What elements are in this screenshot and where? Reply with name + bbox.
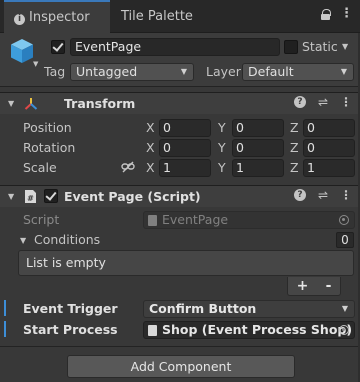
object-name-field[interactable]: EventPage xyxy=(70,38,280,56)
info-icon: i xyxy=(14,14,25,25)
scale-y-field[interactable]: 1 xyxy=(232,159,284,177)
script-field: EventPage xyxy=(143,211,355,229)
scale-z-axis-label: Z xyxy=(290,160,299,175)
tab-inspector[interactable]: i Inspector xyxy=(4,0,110,33)
rotation-x-axis-label: X xyxy=(146,140,155,155)
rotation-z-field[interactable]: 0 xyxy=(303,139,355,157)
conditions-list: List is empty xyxy=(18,250,354,276)
conditions-foldout-icon[interactable]: ▼ xyxy=(20,236,26,245)
transform-axes-icon xyxy=(24,98,38,110)
rotation-x-field[interactable]: 0 xyxy=(159,139,211,157)
context-menu-icon[interactable]: ⋮ xyxy=(340,189,352,201)
tab-tile-palette-label: Tile Palette xyxy=(121,9,193,24)
rotation-label: Rotation xyxy=(23,140,76,155)
event-page-header-icons: ? ⇌ ⋮ xyxy=(293,189,352,201)
gameobject-cube-icon[interactable] xyxy=(10,38,34,64)
transform-header-icons: ? ⇌ ⋮ xyxy=(293,96,352,108)
event-page-title: Event Page (Script) xyxy=(64,189,201,204)
help-icon[interactable]: ? xyxy=(293,96,306,108)
static-label: Static xyxy=(302,39,338,54)
chevron-down-icon: ▼ xyxy=(341,304,348,313)
start-process-value: Shop (Event Process Shop) xyxy=(162,322,353,337)
rotation-y-field[interactable]: 0 xyxy=(232,139,284,157)
tab-tile-palette[interactable]: Tile Palette xyxy=(121,0,193,33)
more-options-icon[interactable]: ⋮ xyxy=(340,7,353,20)
scale-x-axis-label: X xyxy=(146,160,155,175)
event-trigger-value: Confirm Button xyxy=(149,301,257,316)
svg-text:#: # xyxy=(27,194,34,203)
scale-z-field[interactable]: 1 xyxy=(303,159,355,177)
tag-label: Tag xyxy=(44,64,66,79)
static-dropdown-icon[interactable]: ▼ xyxy=(342,42,348,51)
event-trigger-dropdown[interactable]: Confirm Button ▼ xyxy=(143,300,355,318)
process-asset-icon xyxy=(148,325,157,336)
rotation-z-axis-label: Z xyxy=(290,140,299,155)
event-page-header[interactable]: ▼ # Event Page (Script) ? ⇌ ⋮ xyxy=(0,185,360,207)
script-enabled-checkbox[interactable] xyxy=(44,189,58,203)
layer-value: Default xyxy=(248,64,294,79)
position-label: Position xyxy=(23,120,72,135)
scale-x-field[interactable]: 1 xyxy=(159,159,211,177)
tab-tools: ⋮ xyxy=(321,7,353,20)
script-file-icon: # xyxy=(25,190,36,203)
layer-dropdown[interactable]: Default ▼ xyxy=(242,63,354,81)
lock-icon[interactable] xyxy=(321,9,331,20)
scale-y-axis-label: Y xyxy=(218,160,226,175)
divider xyxy=(0,346,360,347)
scale-label: Scale xyxy=(23,160,57,175)
help-icon[interactable]: ? xyxy=(293,189,306,201)
conditions-count-field[interactable]: 0 xyxy=(336,232,354,248)
script-label: Script xyxy=(23,212,60,227)
start-process-label: Start Process xyxy=(23,322,118,337)
icon-dropdown-arrow-icon[interactable]: ▼ xyxy=(33,60,38,68)
active-checkbox[interactable] xyxy=(51,40,65,54)
presets-icon[interactable]: ⇌ xyxy=(318,96,328,108)
start-process-field[interactable]: Shop (Event Process Shop) xyxy=(143,321,355,339)
foldout-arrow-icon[interactable]: ▼ xyxy=(8,99,14,108)
add-element-button[interactable]: + xyxy=(297,279,309,293)
chevron-down-icon: ▼ xyxy=(340,67,347,76)
list-add-remove: + - xyxy=(287,277,341,296)
transform-title: Transform xyxy=(64,96,136,111)
layer-label: Layer xyxy=(206,64,241,79)
position-z-field[interactable]: 0 xyxy=(303,119,355,137)
object-header: ▼ EventPage Static ▼ Tag Untagged ▼ Laye… xyxy=(0,33,360,87)
foldout-arrow-icon[interactable]: ▼ xyxy=(8,192,14,201)
add-component-button[interactable]: Add Component xyxy=(67,355,295,378)
object-picker-icon xyxy=(339,215,349,225)
script-value: EventPage xyxy=(162,212,229,227)
script-asset-icon xyxy=(148,215,157,226)
position-z-axis-label: Z xyxy=(290,120,299,135)
list-empty-text: List is empty xyxy=(26,255,106,270)
context-menu-icon[interactable]: ⋮ xyxy=(340,96,352,108)
object-picker-icon[interactable] xyxy=(339,325,349,335)
position-x-field[interactable]: 0 xyxy=(159,119,211,137)
conditions-label[interactable]: Conditions xyxy=(34,232,100,247)
position-x-axis-label: X xyxy=(146,120,155,135)
transform-header[interactable]: ▼ Transform ? ⇌ ⋮ xyxy=(0,92,360,114)
tab-bar: i Inspector Tile Palette ⋮ xyxy=(0,0,360,33)
tag-value: Untagged xyxy=(76,64,138,79)
chevron-down-icon: ▼ xyxy=(180,67,187,76)
tab-inspector-label: Inspector xyxy=(29,10,90,25)
constrain-proportions-link-icon[interactable] xyxy=(121,161,135,173)
static-checkbox[interactable] xyxy=(284,40,298,54)
presets-icon[interactable]: ⇌ xyxy=(318,189,328,201)
tag-dropdown[interactable]: Untagged ▼ xyxy=(70,63,194,81)
event-trigger-label: Event Trigger xyxy=(23,301,118,316)
override-marker xyxy=(4,300,6,316)
remove-element-button[interactable]: - xyxy=(326,279,332,293)
position-y-field[interactable]: 0 xyxy=(232,119,284,137)
override-marker xyxy=(4,321,6,337)
position-y-axis-label: Y xyxy=(218,120,226,135)
rotation-y-axis-label: Y xyxy=(218,140,226,155)
